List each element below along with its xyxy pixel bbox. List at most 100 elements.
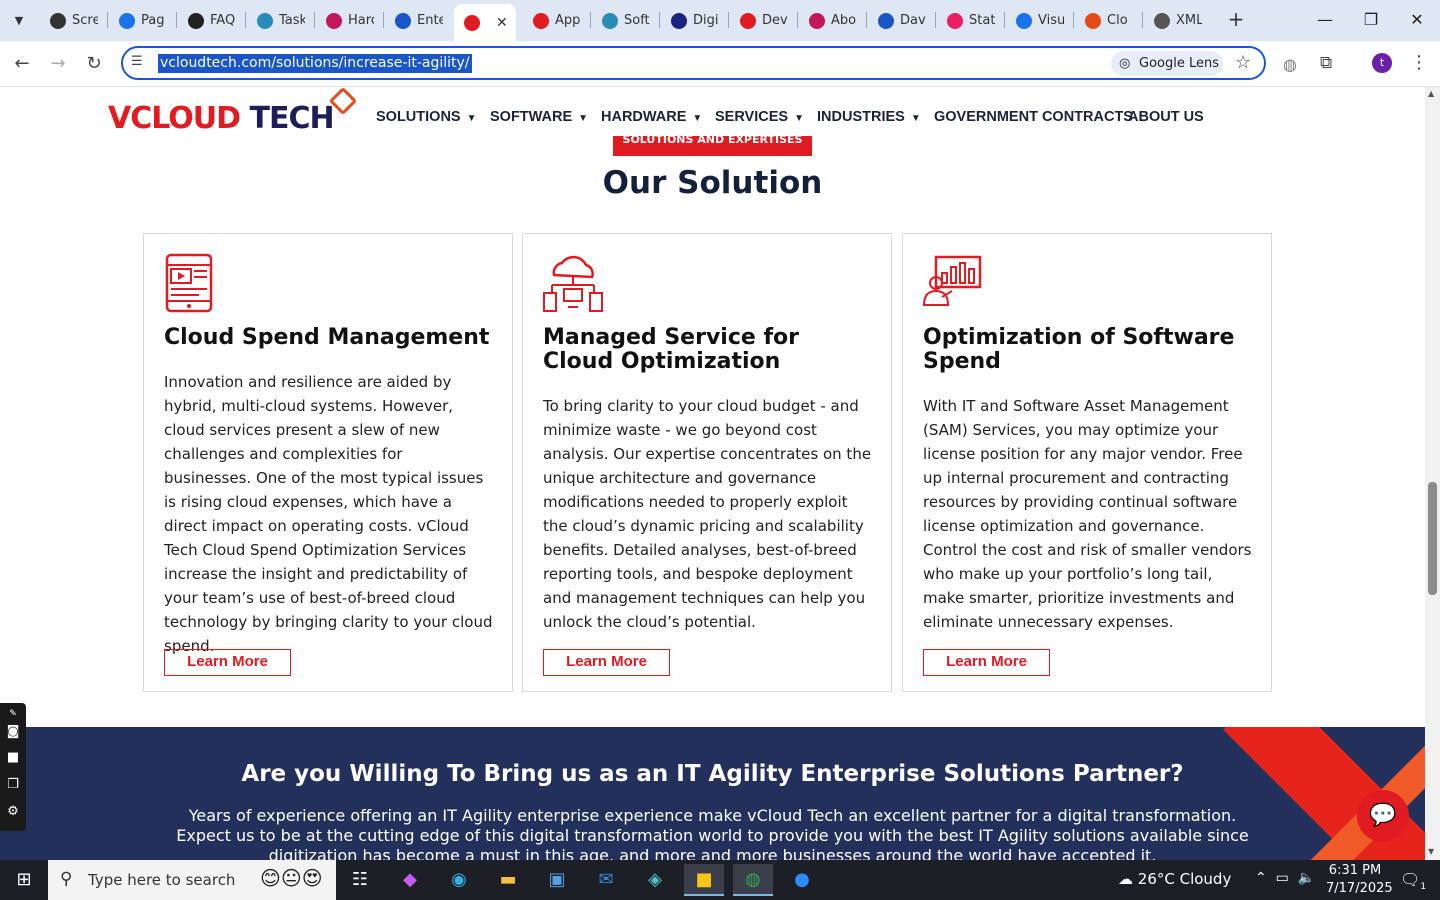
- browser-tab[interactable]: ✕: [454, 4, 516, 41]
- url-text[interactable]: vcloudtech.com/solutions/increase-it-agi…: [158, 54, 472, 73]
- reload-button[interactable]: ↻: [81, 51, 107, 77]
- search-placeholder: Type here to search: [88, 871, 236, 889]
- pin-icon[interactable]: ✎: [4, 705, 22, 723]
- chat-button[interactable]: 💬: [1357, 790, 1409, 842]
- chrome-icon[interactable]: ◍: [733, 864, 773, 896]
- store-icon[interactable]: ▣: [537, 864, 577, 896]
- caret-down-icon: ▼: [466, 113, 477, 124]
- browser-tab[interactable]: Task: [247, 6, 307, 35]
- tab-label: Digi: [693, 13, 719, 28]
- browser-tab[interactable]: Harc: [316, 6, 376, 35]
- extensions-puzzle-icon[interactable]: ⧉: [1320, 53, 1332, 73]
- volume-icon[interactable]: 🔈: [1298, 870, 1315, 886]
- learn-more-button[interactable]: Learn More: [164, 649, 291, 676]
- maximize-button[interactable]: ❐: [1348, 6, 1394, 34]
- chevron-up-icon[interactable]: ⌃: [1255, 870, 1267, 886]
- tab-label: Pag: [141, 13, 165, 28]
- weather-widget[interactable]: ☁ 26°C Cloudy: [1118, 870, 1231, 888]
- browser-tab[interactable]: FAQ: [178, 6, 238, 35]
- network-icon[interactable]: ▭: [1276, 870, 1289, 886]
- browser-tab[interactable]: App: [523, 6, 583, 35]
- browser-tab[interactable]: Pag: [109, 6, 169, 35]
- site-info-icon[interactable]: ☰: [131, 54, 143, 69]
- nav-item-hardware[interactable]: HARDWARE ▼: [601, 109, 702, 125]
- nav-item-services[interactable]: SERVICES ▼: [715, 109, 804, 125]
- learn-more-button[interactable]: Learn More: [543, 649, 670, 676]
- lens-icon: ◎: [1119, 56, 1131, 71]
- notification-icon[interactable]: 🗨1: [1400, 870, 1426, 892]
- tab-close-icon[interactable]: ✕: [496, 15, 508, 31]
- tab-separator: [1142, 12, 1143, 28]
- scrollbar-thumb[interactable]: [1428, 482, 1437, 595]
- nav-item-solutions[interactable]: SOLUTIONS ▼: [376, 109, 477, 125]
- tab-favicon-icon: [947, 12, 963, 29]
- video-camera-icon[interactable]: ■: [4, 749, 22, 767]
- scroll-up-icon[interactable]: ▲: [1428, 89, 1434, 98]
- browser-tab[interactable]: Clo: [1075, 6, 1135, 35]
- copilot-icon[interactable]: ◆: [390, 864, 430, 896]
- file-explorer-icon[interactable]: ▬: [488, 864, 528, 896]
- address-bar[interactable]: ☰ vcloudtech.com/solutions/increase-it-a…: [121, 46, 1266, 80]
- browser-tab[interactable]: Scre: [40, 6, 100, 35]
- browser-tab[interactable]: Dav: [868, 6, 928, 35]
- scroll-down-icon[interactable]: ▼: [1428, 847, 1434, 856]
- browser-tab[interactable]: XML: [1144, 6, 1204, 35]
- sticky-notes-icon[interactable]: ■: [684, 864, 724, 896]
- taskbar-search[interactable]: ⚲ Type here to search 😊😐😍: [48, 860, 336, 900]
- browser-tab[interactable]: Abo: [799, 6, 859, 35]
- windows-icon[interactable]: ❐: [4, 776, 22, 794]
- tab-label: Harc: [348, 13, 374, 28]
- clock-date[interactable]: 7/17/2025: [1326, 881, 1393, 896]
- card-title: Cloud Spend Management: [164, 325, 490, 350]
- profile-avatar[interactable]: t: [1372, 53, 1392, 73]
- close-window-button[interactable]: ✕: [1394, 6, 1440, 34]
- google-lens-button[interactable]: ◎ Google Lens: [1111, 51, 1223, 76]
- card-title: Optimization of Software Spend: [923, 325, 1235, 374]
- tab-search-button[interactable]: ▼: [6, 7, 32, 33]
- tab-favicon-icon: [1154, 12, 1170, 29]
- tab-separator: [1073, 12, 1074, 28]
- tab-separator: [590, 12, 591, 28]
- minimize-button[interactable]: —: [1302, 6, 1348, 34]
- mail-icon[interactable]: ✉: [586, 864, 626, 896]
- back-button[interactable]: ←: [9, 51, 35, 77]
- bookmark-star-icon[interactable]: ☆: [1235, 52, 1251, 73]
- new-tab-button[interactable]: +: [1224, 8, 1248, 32]
- section-title: Our Solution: [602, 165, 823, 201]
- nav-item-label: SOFTWARE: [490, 109, 573, 125]
- caret-down-icon: ▼: [794, 113, 804, 124]
- vcloud-tech-logo[interactable]: VCLOUD TECH: [108, 101, 335, 136]
- browser-menu-icon[interactable]: ⋮: [1410, 52, 1428, 73]
- app-icon[interactable]: ◈: [635, 864, 675, 896]
- page-scrollbar[interactable]: ▲ ▼: [1425, 87, 1440, 860]
- browser-tab[interactable]: Soft: [592, 6, 652, 35]
- edge-icon[interactable]: ◉: [439, 864, 479, 896]
- windows-taskbar: ⊞ ⚲ Type here to search 😊😐😍 ☷ ◆ ◉ ▬ ▣ ✉ …: [0, 860, 1440, 900]
- tab-favicon-icon: [50, 12, 66, 29]
- start-button[interactable]: ⊞: [0, 860, 48, 900]
- translate-icon[interactable]: ◍: [1283, 55, 1297, 74]
- learn-more-button[interactable]: Learn More: [923, 649, 1050, 676]
- gear-icon[interactable]: ⚙: [4, 803, 22, 821]
- camera-icon[interactable]: ◙: [4, 723, 22, 741]
- nav-item-government-contracts[interactable]: GOVERNMENT CONTRACTS: [934, 109, 1133, 125]
- solution-card: Cloud Spend Management Innovation and re…: [143, 233, 513, 692]
- browser-tab[interactable]: Visu: [1006, 6, 1066, 35]
- clock-time[interactable]: 6:31 PM: [1326, 863, 1384, 878]
- forward-button[interactable]: →: [45, 51, 71, 77]
- tab-favicon-icon: [464, 14, 480, 31]
- task-view-icon[interactable]: ☷: [340, 864, 380, 896]
- tab-label: Visu: [1038, 13, 1064, 28]
- nav-item-software[interactable]: SOFTWARE ▼: [490, 109, 588, 125]
- zoom-icon[interactable]: ●: [782, 864, 822, 896]
- nav-item-industries[interactable]: INDUSTRIES ▼: [817, 109, 921, 125]
- browser-tab[interactable]: Ente: [385, 6, 445, 35]
- browser-tab[interactable]: Stat: [937, 6, 997, 35]
- browser-tab[interactable]: Digi: [661, 6, 721, 35]
- card-body: To bring clarity to your cloud budget - …: [543, 397, 872, 631]
- nav-item-about-us[interactable]: ABOUT US: [1128, 109, 1204, 125]
- cloud-network-icon: [543, 255, 603, 312]
- browser-tab[interactable]: Dev: [730, 6, 790, 35]
- system-tray[interactable]: ⌃ ▭ 🔈: [1255, 870, 1315, 886]
- tab-separator: [383, 12, 384, 28]
